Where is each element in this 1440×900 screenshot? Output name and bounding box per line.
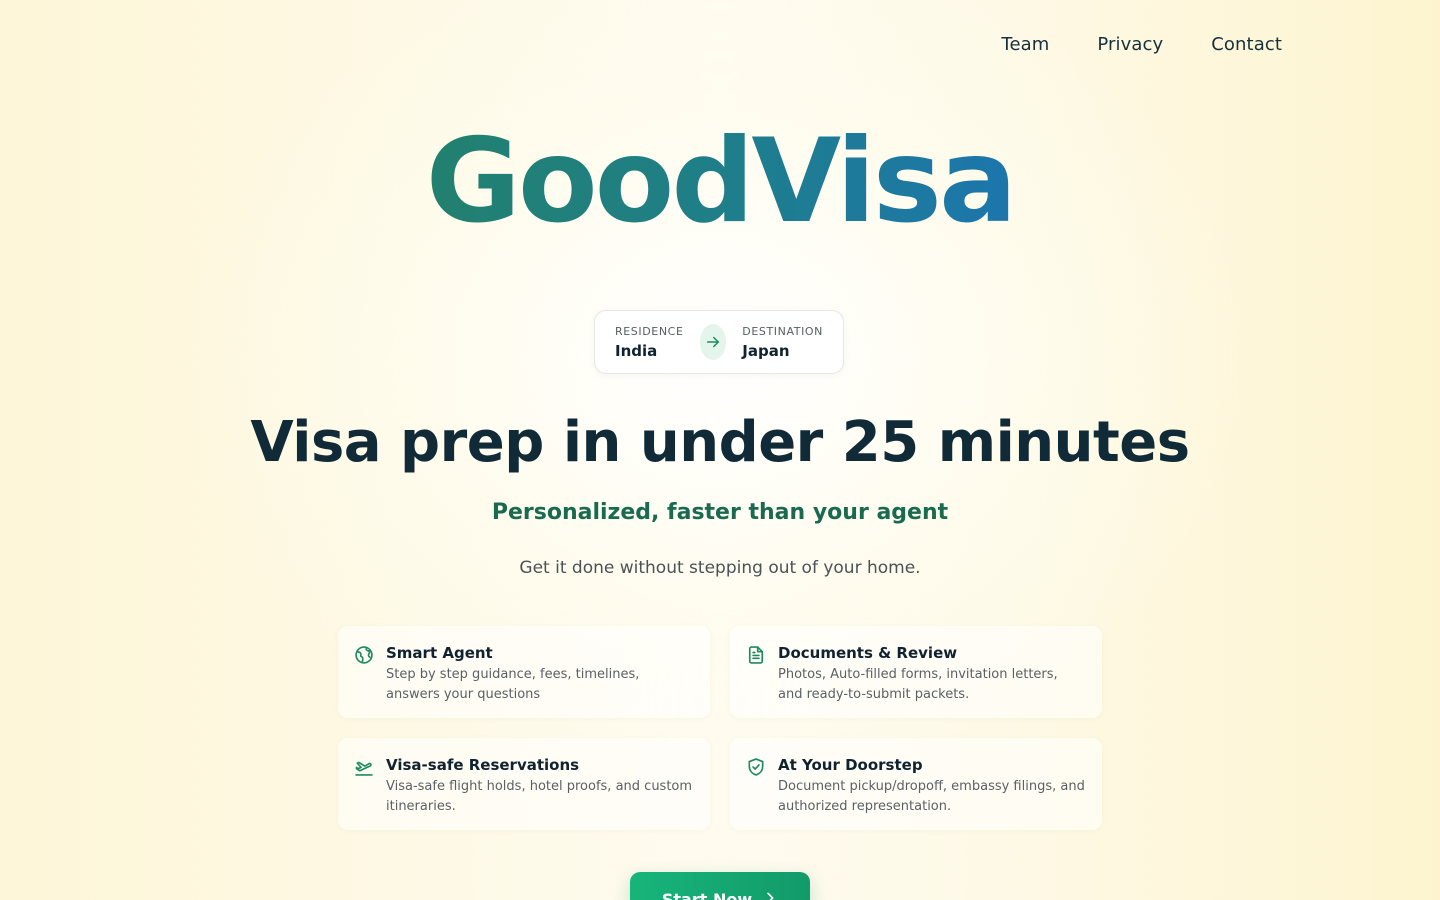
feature-text: Visa-safe flight holds, hotel proofs, an… [386,779,693,814]
destination-value: Japan [742,341,790,360]
start-now-button[interactable]: Start Now [630,872,810,900]
feature-card-at-your-doorstep: At Your Doorstep Document pickup/dropoff… [730,738,1102,830]
feature-card-smart-agent: Smart Agent Step by step guidance, fees,… [338,626,710,718]
residence-selector[interactable]: RESIDENCE India [615,325,684,360]
chevron-right-icon [762,890,778,900]
features-grid: Smart Agent Step by step guidance, fees,… [338,626,1102,830]
nav-link-contact[interactable]: Contact [1211,34,1282,55]
shield-check-icon [746,757,766,777]
feature-text: Photos, Auto-filled forms, invitation le… [778,667,1058,702]
globe-icon [354,645,374,665]
feature-text: Document pickup/dropoff, embassy filings… [778,779,1085,814]
feature-title: At Your Doorstep [778,756,923,774]
residence-value: India [615,341,658,360]
start-now-label: Start Now [661,890,753,900]
feature-title: Visa-safe Reservations [386,756,580,774]
hero-headline: Visa prep in under 25 minutes [250,410,1190,475]
destination-selector[interactable]: DESTINATION Japan [742,325,823,360]
top-nav: Team Privacy Contact [1001,34,1282,55]
feature-card-visa-safe-reservations: Visa-safe Reservations Visa-safe flight … [338,738,710,830]
document-icon [746,645,766,665]
feature-title: Documents & Review [778,644,958,662]
nav-link-privacy[interactable]: Privacy [1097,34,1163,55]
feature-card-documents-review: Documents & Review Photos, Auto-filled f… [730,626,1102,718]
route-selector: RESIDENCE India DESTINATION Japan [594,310,844,374]
destination-label: DESTINATION [742,324,823,338]
feature-title: Smart Agent [386,644,493,662]
arrow-right-icon [699,324,727,360]
residence-label: RESIDENCE [615,324,684,338]
nav-link-team[interactable]: Team [1001,34,1049,55]
brand-logo-text: GoodVisa [425,114,1017,249]
hero-description: Get it done without stepping out of your… [519,558,921,578]
brand-logo: GoodVisa [0,118,1440,246]
feature-text: Step by step guidance, fees, timelines, … [386,667,640,702]
plane-departure-icon [354,757,374,777]
hero-subheadline: Personalized, faster than your agent [491,500,949,525]
